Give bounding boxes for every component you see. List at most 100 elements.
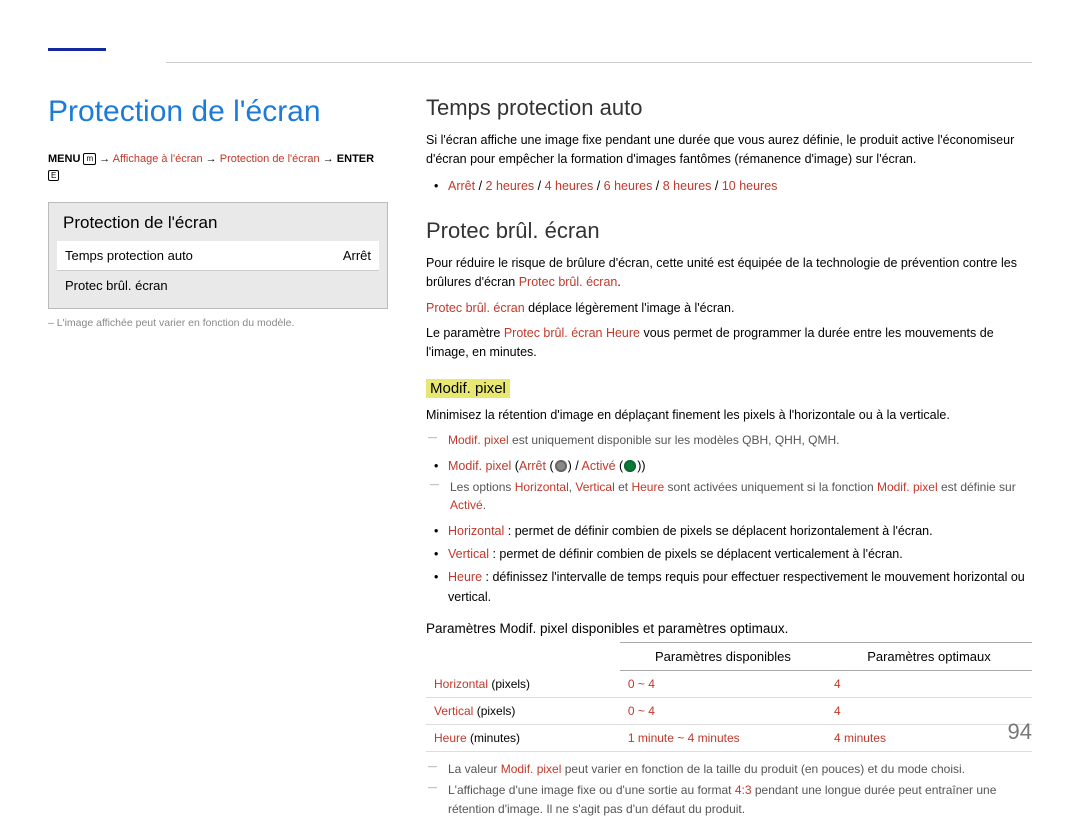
row-label: Heure (minutes) (426, 724, 620, 751)
note-item: Les options Horizontal, Vertical et Heur… (450, 478, 1032, 515)
option-line: Modif. pixel (Arrêt () / Activé ()) Les … (448, 456, 1032, 515)
page-title: Protection de l'écran (48, 95, 388, 129)
table-row: Heure (minutes) 1 minute ~ 4 minutes 4 m… (426, 724, 1032, 751)
text: L'affichage d'une image fixe ou d'une so… (448, 783, 735, 797)
section-burn-protect: Protec brûl. écran Pour réduire le risqu… (426, 218, 1032, 819)
page-number: 94 (1008, 719, 1032, 745)
breadcrumb: MENU m → Affichage à l'écran → Protectio… (48, 151, 388, 184)
row-available: 0 ~ 4 (620, 670, 826, 697)
table-row: Horizontal (pixels) 0 ~ 4 4 (426, 670, 1032, 697)
left-column: Protection de l'écran MENU m → Affichage… (48, 95, 388, 825)
section-paragraph: Si l'écran affiche une image fixe pendan… (426, 131, 1032, 170)
text: déplace légèrement l'image à l'écran. (525, 301, 735, 315)
breadcrumb-seg1: Affichage à l'écran (113, 153, 203, 165)
option-line: Heure : définissez l'intervalle de temps… (448, 567, 1032, 607)
section-heading: Temps protection auto (426, 95, 1032, 121)
screen-preview: Protection de l'écran Temps protection a… (48, 202, 388, 309)
term: Modif. pixel (448, 459, 511, 473)
note-list: Les options Horizontal, Vertical et Heur… (446, 478, 1032, 515)
option-line: Vertical : permet de définir combien de … (448, 544, 1032, 564)
breadcrumb-seg2: Protection de l'écran (220, 153, 320, 165)
breadcrumb-arrow: → (99, 153, 110, 165)
image-note: – L'image affichée peut varier en foncti… (48, 317, 388, 329)
breadcrumb-arrow: → (206, 153, 217, 165)
option-line: Horizontal : permet de définir combien d… (448, 521, 1032, 541)
unit: (pixels) (488, 677, 530, 691)
table-header-optimal: Paramètres optimaux (826, 642, 1032, 670)
term: Vertical (448, 547, 489, 561)
term: Heure (448, 570, 482, 584)
row-optimal: 4 minutes (826, 724, 1032, 751)
preview-row-label: Protec brûl. écran (65, 278, 168, 293)
main-layout: Protection de l'écran MENU m → Affichage… (48, 0, 1032, 825)
preview-row-auto: Temps protection auto Arrêt (57, 241, 379, 270)
subsection-paragraph: Minimisez la rétention d'image en déplaç… (426, 406, 1032, 425)
term: 4:3 (735, 783, 752, 797)
preview-title: Protection de l'écran (63, 213, 373, 233)
term: Heure (631, 480, 664, 494)
text: : permet de définir combien de pixels se… (489, 547, 903, 561)
section-paragraph: Pour réduire le risque de brûlure d'écra… (426, 254, 1032, 293)
table-header-available: Paramètres disponibles (620, 642, 826, 670)
sep: / (711, 179, 721, 193)
menu-icon: m (83, 153, 96, 165)
term: Protec brûl. écran Heure (504, 326, 640, 340)
option: 2 heures (486, 179, 535, 193)
term: Vertical (575, 480, 614, 494)
sep: / (652, 179, 662, 193)
option: 4 heures (545, 179, 594, 193)
enter-icon: E (48, 170, 59, 182)
subsection-heading-highlight: Modif. pixel (426, 379, 510, 398)
radio-on-icon (624, 460, 636, 472)
term: Horizontal (515, 480, 569, 494)
term: Activé (450, 498, 483, 512)
term: Modif. pixel (448, 433, 509, 447)
text: Pour réduire le risque de brûlure d'écra… (426, 256, 1017, 289)
option: 8 heures (663, 179, 712, 193)
footnote-list: La valeur Modif. pixel peut varier en fo… (426, 760, 1032, 819)
table-caption: Paramètres Modif. pixel disponibles et p… (426, 621, 1032, 636)
options-list: Modif. pixel (Arrêt () / Activé ()) Les … (426, 456, 1032, 607)
row-available: 0 ~ 4 (620, 697, 826, 724)
term: Horizontal (448, 524, 504, 538)
row-available: 1 minute ~ 4 minutes (620, 724, 826, 751)
text: sont activées uniquement si la fonction (664, 480, 877, 494)
text: Les options (450, 480, 515, 494)
section-auto-protect: Temps protection auto Si l'écran affiche… (426, 95, 1032, 196)
breadcrumb-prefix: MENU (48, 153, 80, 165)
option-line: Arrêt / 2 heures / 4 heures / 6 heures /… (448, 176, 1032, 196)
text: : permet de définir combien de pixels se… (504, 524, 932, 538)
option-off: Arrêt (448, 179, 475, 193)
term: Modif. pixel (501, 762, 562, 776)
section-paragraph: Protec brûl. écran déplace légèrement l'… (426, 299, 1032, 318)
option: 6 heures (604, 179, 653, 193)
text: peut varier en fonction de la taille du … (561, 762, 965, 776)
sep: / (593, 179, 603, 193)
sep: / (475, 179, 485, 193)
state-on: Activé (582, 459, 616, 473)
breadcrumb-arrow: → (323, 153, 334, 165)
right-column: Temps protection auto Si l'écran affiche… (426, 95, 1032, 825)
footnote-item: L'affichage d'une image fixe ou d'une so… (448, 781, 1032, 818)
sep: / (534, 179, 544, 193)
term: Protec brûl. écran (519, 275, 618, 289)
top-divider (166, 62, 1032, 63)
text: est uniquement disponible sur les modèle… (509, 433, 840, 447)
preview-row-value: Arrêt (343, 248, 371, 263)
term: Heure (434, 731, 467, 745)
table-row: Vertical (pixels) 0 ~ 4 4 (426, 697, 1032, 724)
preview-row-burn: Protec brûl. écran (57, 270, 379, 300)
text: et (615, 480, 632, 494)
params-table: Paramètres disponibles Paramètres optima… (426, 642, 1032, 752)
term: Vertical (434, 704, 473, 718)
breadcrumb-suffix: ENTER (337, 153, 374, 165)
text: La valeur (448, 762, 501, 776)
text: : définissez l'intervalle de temps requi… (448, 570, 1025, 604)
unit: (pixels) (473, 704, 515, 718)
table-header-blank (426, 642, 620, 670)
term: Protec brûl. écran (426, 301, 525, 315)
unit: (minutes) (467, 731, 520, 745)
section-heading: Protec brûl. écran (426, 218, 1032, 244)
text: est définie sur (938, 480, 1016, 494)
text: Le paramètre (426, 326, 504, 340)
